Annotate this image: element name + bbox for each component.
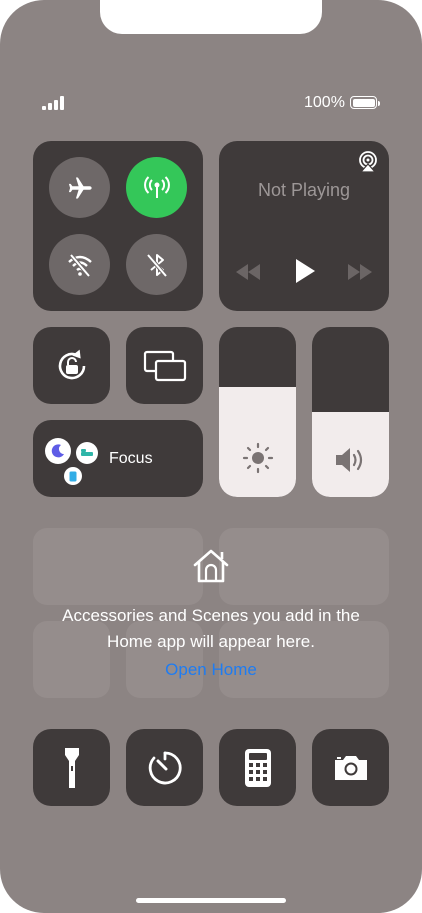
calculator-icon: [244, 748, 271, 787]
bluetooth-button[interactable]: [126, 234, 187, 295]
connectivity-tile: [33, 141, 203, 311]
home-indicator[interactable]: [136, 898, 286, 903]
battery-percentage: 100%: [304, 94, 345, 111]
volume-icon: [335, 448, 362, 472]
bluetooth-off-icon: [145, 253, 168, 277]
open-home-link[interactable]: Open Home: [0, 660, 422, 680]
airplane-icon: [68, 177, 92, 198]
control-center: 100% Not Playing Focus Accessories and S…: [0, 0, 422, 913]
timer-button[interactable]: [126, 729, 203, 806]
rewind-icon[interactable]: [235, 264, 261, 280]
flashlight-icon: [64, 747, 79, 788]
now-playing-tile[interactable]: Not Playing: [219, 141, 389, 311]
wifi-off-icon: [67, 253, 92, 277]
screen-mirroring-icon: [143, 350, 186, 381]
battery-icon: [350, 96, 380, 109]
cellular-data-button[interactable]: [126, 157, 187, 218]
home-placeholder-tile: [33, 528, 203, 605]
moon-icon: [45, 438, 71, 464]
focus-label: Focus: [109, 450, 153, 467]
playback-controls: [233, 257, 375, 287]
orientation-lock-button[interactable]: [33, 327, 110, 404]
signal-icon: [42, 96, 64, 110]
fast-forward-icon[interactable]: [347, 264, 373, 280]
now-playing-title: Not Playing: [257, 180, 351, 200]
calculator-button[interactable]: [219, 729, 296, 806]
brightness-icon: [242, 442, 273, 474]
home-message: Accessories and Scenes you add in the Ho…: [30, 603, 392, 655]
airplane-mode-button[interactable]: [49, 157, 110, 218]
timer-icon: [148, 751, 182, 784]
play-icon[interactable]: [293, 257, 317, 285]
orientation-lock-icon: [58, 349, 85, 379]
bed-icon: [76, 442, 98, 464]
flashlight-button[interactable]: [33, 729, 110, 806]
volume-slider[interactable]: [312, 327, 389, 497]
phone-icon: [64, 467, 82, 485]
home-message-line1: Accessories and Scenes you add in the: [62, 606, 360, 625]
screen-mirroring-button[interactable]: [126, 327, 203, 404]
cellular-icon: [143, 175, 170, 198]
home-message-line2: Home app will appear here.: [107, 632, 315, 651]
camera-icon: [334, 755, 367, 780]
home-placeholder-tile: [219, 528, 389, 605]
wifi-button[interactable]: [49, 234, 110, 295]
focus-tile[interactable]: Focus: [33, 420, 203, 497]
home-icon: [193, 549, 229, 583]
airplay-audio-icon[interactable]: [357, 151, 379, 173]
notch: [100, 0, 322, 34]
camera-button[interactable]: [312, 729, 389, 806]
brightness-slider[interactable]: [219, 327, 296, 497]
